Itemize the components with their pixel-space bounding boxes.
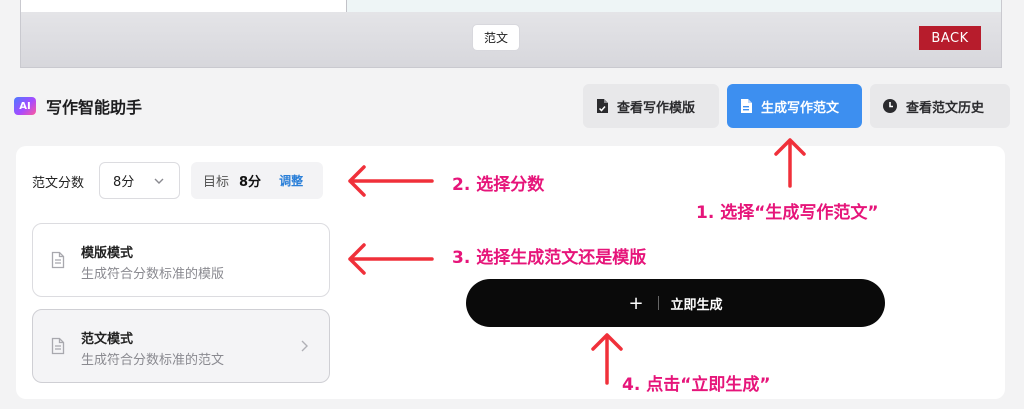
document-icon [51, 251, 65, 269]
score-label: 范文分数 [32, 176, 85, 191]
left-arrow-step3 [348, 243, 434, 275]
document-icon [597, 99, 608, 113]
tab-essay-history[interactable]: 查看范文历史 [870, 84, 1010, 128]
target-label: 目标 [203, 175, 230, 190]
preview-strip-left [21, 0, 347, 12]
plus-icon: + [628, 292, 644, 314]
tab-view-template-label: 查看写作模版 [617, 100, 696, 116]
target-score-box: 目标 8分 调整 [191, 162, 323, 199]
chevron-down-icon [154, 178, 164, 184]
template-mode-subtitle: 生成符合分数标准的模版 [81, 267, 225, 282]
back-button[interactable]: BACK [919, 26, 981, 50]
template-mode-title: 模版模式 [81, 246, 134, 261]
up-arrow-step1 [774, 138, 806, 188]
tab-generate-essay[interactable]: 生成写作范文 [727, 84, 862, 128]
generate-now-button[interactable]: + 立即生成 [466, 279, 885, 327]
annotation-step1: 1. 选择“生成写作范文” [696, 203, 879, 223]
preview-strip-right [347, 0, 1001, 12]
score-select-value: 8分 [113, 175, 135, 190]
essay-mode-card[interactable]: 范文模式 生成符合分数标准的范文 [32, 309, 330, 383]
document-icon [51, 337, 65, 355]
button-divider [657, 296, 659, 310]
annotation-step3: 3. 选择生成范文还是模版 [452, 248, 647, 268]
annotation-step2: 2. 选择分数 [452, 175, 545, 195]
essay-mode-subtitle: 生成符合分数标准的范文 [81, 353, 225, 368]
left-arrow-step2 [348, 165, 434, 197]
tab-essay-history-label: 查看范文历史 [906, 100, 985, 116]
generate-now-label: 立即生成 [670, 297, 723, 313]
document-icon [741, 99, 752, 113]
up-arrow-step4 [591, 333, 623, 385]
score-select[interactable]: 8分 [99, 162, 180, 199]
ai-logo-icon: AI [14, 97, 36, 115]
tab-view-template[interactable]: 查看写作模版 [583, 84, 719, 128]
tab-generate-essay-label: 生成写作范文 [761, 100, 840, 116]
essay-chip[interactable]: 范文 [472, 24, 520, 51]
embedded-preview-frame: 范文 BACK [20, 0, 1002, 68]
adjust-link[interactable]: 调整 [279, 172, 303, 189]
annotation-step4: 4. 点击“立即生成” [622, 375, 771, 395]
chevron-right-icon [301, 340, 308, 352]
essay-mode-title: 范文模式 [81, 332, 134, 347]
template-mode-card[interactable]: 模版模式 生成符合分数标准的模版 [32, 223, 330, 297]
target-value: 8分 [239, 175, 262, 190]
clock-icon [883, 99, 897, 113]
app-title: 写作智能助手 [46, 98, 143, 117]
